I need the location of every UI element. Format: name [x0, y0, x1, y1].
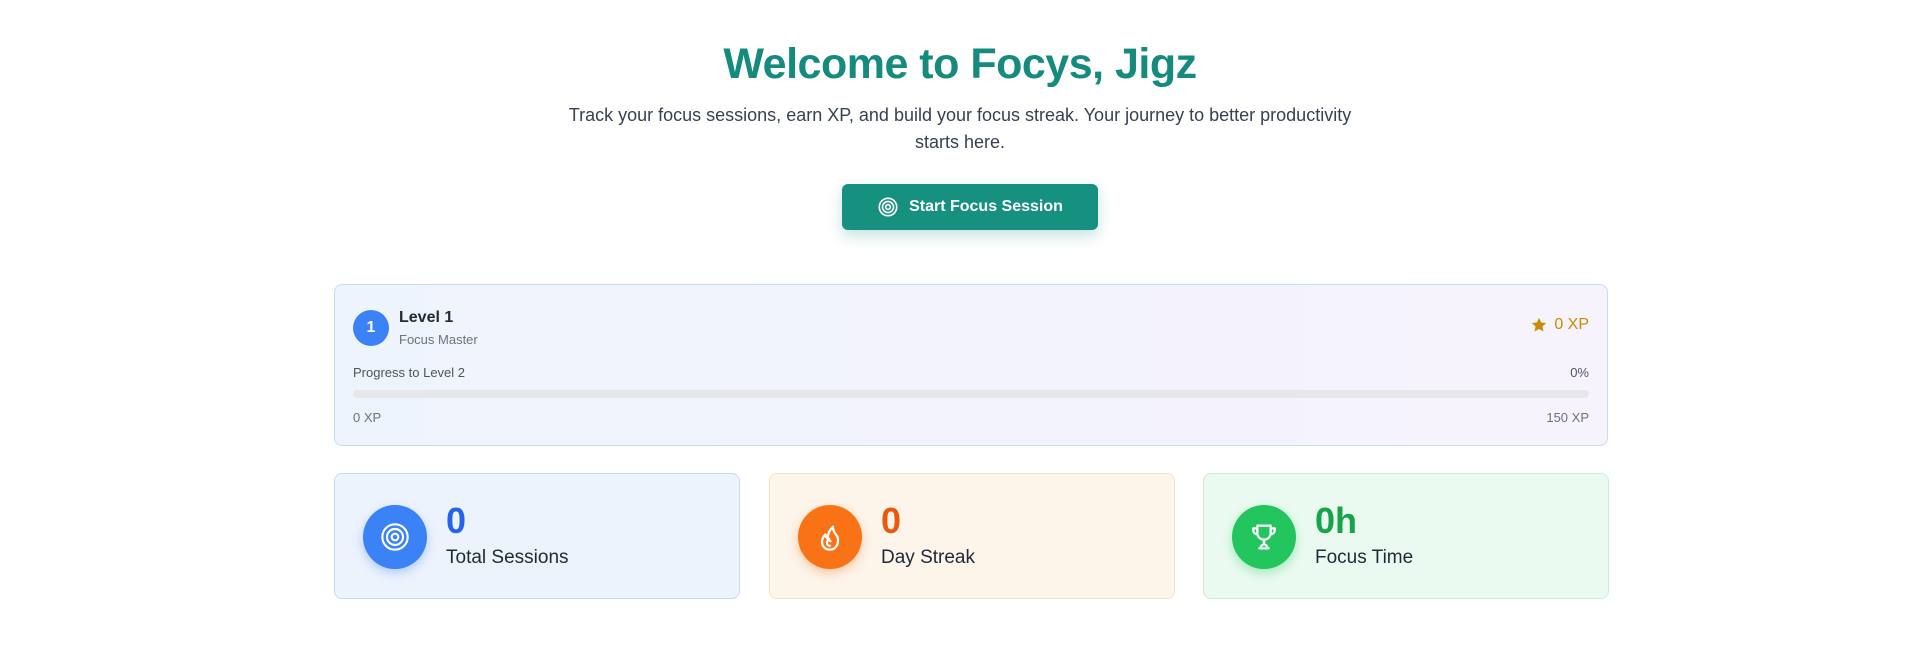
stat-value: 0h: [1315, 500, 1358, 541]
stat-label: Day Streak: [881, 547, 975, 568]
star-icon: [1530, 316, 1548, 334]
xp-min-label: 0 XP: [353, 410, 382, 425]
stat-icon-circle: [1232, 505, 1296, 569]
xp-max-label: 150 XP: [1546, 410, 1589, 425]
stat-value: 0: [881, 500, 902, 541]
progress-label: Progress to Level 2: [353, 365, 466, 380]
start-focus-session-button[interactable]: Start Focus Session: [842, 184, 1098, 230]
stat-card-day-streak: 0 Day Streak: [769, 473, 1175, 599]
stat-card-focus-time: 0h Focus Time: [1203, 473, 1609, 599]
level-card: 1 Level 1 Focus Master 0 XP Progress to …: [334, 284, 1608, 446]
xp-total-label: 0 XP: [1554, 316, 1589, 333]
stat-icon-circle: [363, 505, 427, 569]
level-title: Level 1: [399, 309, 454, 326]
stat-label: Total Sessions: [446, 547, 569, 568]
xp-total-badge: 0 XP: [1530, 316, 1589, 334]
start-focus-session-label: Start Focus Session: [909, 198, 1063, 215]
progress-bar: [353, 390, 1589, 398]
progress-percent: 0%: [1570, 365, 1589, 380]
trophy-icon: [1252, 524, 1276, 550]
target-icon: [877, 196, 899, 218]
stat-label: Focus Time: [1315, 547, 1414, 568]
stat-icon-circle: [798, 505, 862, 569]
level-number-badge: 1: [353, 310, 389, 346]
stat-card-total-sessions: 0 Total Sessions: [334, 473, 740, 599]
stat-value: 0: [446, 500, 467, 541]
page-title: Welcome to Focys, Jigz: [723, 40, 1197, 88]
level-subtitle: Focus Master: [399, 332, 478, 347]
target-icon: [381, 523, 409, 551]
page-subtitle: Track your focus sessions, earn XP, and …: [568, 105, 1352, 152]
flame-icon: [820, 525, 840, 551]
